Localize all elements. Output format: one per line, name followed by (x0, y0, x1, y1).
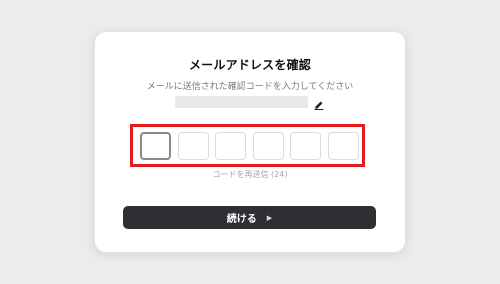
code-digit-input[interactable] (140, 132, 171, 160)
play-arrow-icon: ▶ (266, 213, 273, 222)
pencil-icon[interactable] (313, 96, 325, 110)
code-digit-input[interactable] (328, 132, 359, 160)
email-address-field (175, 96, 308, 108)
code-digit-input[interactable] (253, 132, 284, 160)
code-digit-input[interactable] (215, 132, 246, 160)
continue-button-label: 続ける (226, 214, 257, 225)
continue-button[interactable]: 続ける ▶ (123, 206, 376, 229)
code-digit-input[interactable] (290, 132, 321, 160)
verify-email-card: メールアドレスを確認 メールに送信された確認コードを入力してください コードを再… (94, 31, 406, 253)
resend-code-link[interactable]: コードを再送信 (24) (95, 169, 405, 180)
code-digit-input[interactable] (178, 132, 209, 160)
page-title: メールアドレスを確認 (188, 58, 311, 72)
instruction-text: メールに送信された確認コードを入力してください (146, 82, 354, 92)
